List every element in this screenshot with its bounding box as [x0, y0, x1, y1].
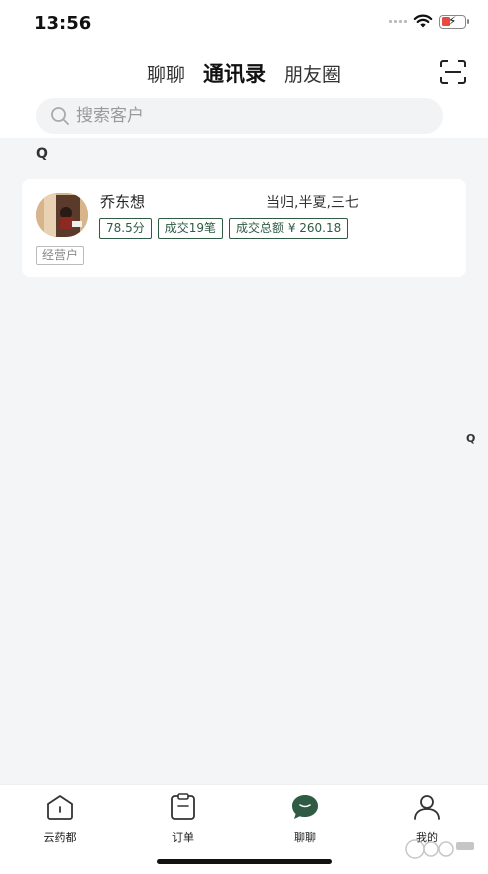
signal-icon [389, 20, 407, 23]
nav-item-chat[interactable]: 聊聊 [265, 793, 345, 845]
nav-label-home: 云药都 [43, 831, 77, 844]
contact-badges: 78.5分 成交19笔 成交总额 ¥ 260.18 [99, 218, 349, 239]
search-icon [51, 107, 69, 125]
status-icons: ⚡ [389, 14, 469, 29]
search-input[interactable] [76, 106, 416, 126]
scan-icon[interactable] [440, 60, 466, 84]
wifi-icon [413, 14, 433, 28]
top-tabs: 聊聊 通讯录 朋友圈 [0, 58, 488, 88]
profile-icon [414, 795, 440, 820]
tab-contacts[interactable]: 通讯录 [203, 58, 266, 88]
tab-moments[interactable]: 朋友圈 [284, 60, 341, 87]
contact-card[interactable]: 乔东想 当归,半夏,三七 78.5分 成交19笔 成交总额 ¥ 260.18 经… [22, 179, 466, 277]
nav-item-orders[interactable]: 订单 [143, 793, 223, 845]
nav-label-orders: 订单 [172, 831, 194, 844]
contact-name: 乔东想 [100, 193, 146, 211]
status-time: 13:56 [34, 13, 92, 34]
watermark-logo [405, 839, 474, 859]
home-indicator[interactable] [157, 859, 332, 864]
order-icon [171, 793, 195, 820]
battery-icon: ⚡ [439, 14, 469, 29]
score-badge: 78.5分 [99, 218, 152, 239]
tab-chat[interactable]: 聊聊 [147, 60, 185, 87]
nav-item-home[interactable]: 云药都 [20, 793, 100, 845]
header: 聊聊 通讯录 朋友圈 [0, 48, 488, 98]
deal-count-badge: 成交19笔 [157, 218, 224, 239]
status-bar: 13:56 ⚡ [0, 0, 488, 48]
customer-type-tag: 经营户 [36, 246, 85, 265]
search-bar[interactable] [36, 98, 443, 134]
nav-label-chat: 聊聊 [294, 831, 316, 844]
deal-total-badge: 成交总额 ¥ 260.18 [229, 218, 349, 239]
contact-products: 当归,半夏,三七 [266, 195, 359, 211]
home-icon [47, 795, 73, 820]
search-area [0, 98, 488, 138]
section-header-letter: Q [36, 146, 48, 162]
avatar [36, 193, 88, 237]
chat-icon [292, 795, 318, 819]
alphabet-index-letter[interactable]: Q [466, 432, 475, 445]
